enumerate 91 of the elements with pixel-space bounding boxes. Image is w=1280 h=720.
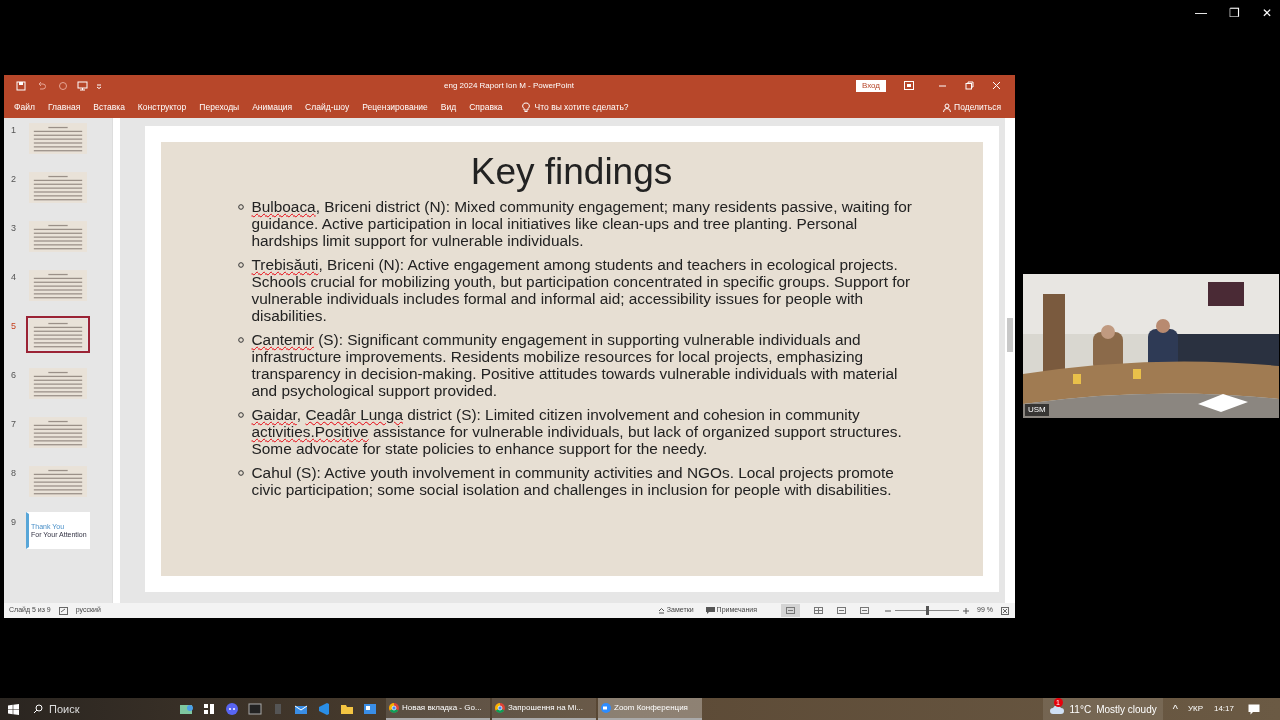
bullet-icon bbox=[237, 470, 244, 476]
slideshow-icon[interactable] bbox=[860, 607, 870, 614]
slide-number: 7 bbox=[10, 418, 17, 431]
window-title: eng 2024 Raport Ion M - PowerPoint bbox=[444, 80, 574, 92]
slide-title: Key findings bbox=[470, 150, 673, 194]
code-editor-icon[interactable] bbox=[317, 702, 331, 716]
scrollbar-thumb[interactable] bbox=[1007, 318, 1013, 352]
lightbulb-icon bbox=[521, 101, 530, 113]
slide-thumbnail[interactable] bbox=[26, 316, 90, 353]
comment-icon bbox=[705, 607, 715, 614]
bullet-icon bbox=[237, 337, 244, 343]
task-view-icon[interactable] bbox=[202, 702, 216, 716]
slide-thumbnail[interactable] bbox=[26, 267, 90, 304]
ribbon-display-icon[interactable] bbox=[904, 81, 914, 90]
folder-icon[interactable] bbox=[340, 702, 354, 716]
minimize-button[interactable]: — bbox=[1191, 4, 1211, 22]
notes-icon bbox=[657, 607, 665, 614]
slide-number: 2 bbox=[10, 173, 17, 186]
tell-me-field[interactable]: Что вы хотите сделать? bbox=[534, 100, 629, 114]
slide-thumbnail[interactable] bbox=[26, 120, 90, 157]
bullet-text: Bulboaca, Briceni district (N): Mixed community engagement; many residents passive, waiting for guidance. Active participation in local initiatives like clean-ups and tree planting. Personal hardships limit support for vulnerable individuals. bbox=[251, 198, 913, 249]
bullet-text: Cantemir (S): Significant community engagement in supporting vulnerable individuals and infrastructure improvements. Residents mobilize resources for local projects, emphasizing transparency in decision-making. Positive attitudes towards vulnerable individuals with material and psychological support provided. bbox=[251, 331, 899, 399]
ribbon-tab[interactable]: Файл bbox=[14, 100, 35, 114]
taskbar-window-button[interactable]: Новая вкладка - Go... bbox=[386, 698, 490, 720]
bullet-text: Gaidar, Ceadâr Lunga district (S): Limited citizen involvement and cohesion in community activities.Positive assistance for vulnerable individuals, but lack of organized support structures. Some advocate for state policies to enhance support for the needy. bbox=[251, 406, 903, 457]
windows-start-icon[interactable] bbox=[8, 703, 19, 715]
scrollbar[interactable] bbox=[112, 118, 120, 603]
widget-icon[interactable] bbox=[179, 702, 193, 716]
ribbon-tab[interactable]: Рецензирование bbox=[362, 100, 428, 114]
notifications-icon[interactable] bbox=[1248, 703, 1260, 715]
slide-number: 8 bbox=[10, 467, 17, 480]
browser-icon bbox=[495, 703, 505, 713]
fit-slide-icon[interactable] bbox=[1001, 606, 1009, 615]
ribbon-tab[interactable]: Конструктор bbox=[137, 100, 187, 114]
slide-sorter-icon[interactable] bbox=[814, 607, 824, 614]
photos-icon[interactable] bbox=[363, 702, 377, 716]
customize-icon[interactable] bbox=[96, 82, 102, 89]
ribbon-tab[interactable]: Анимация bbox=[252, 100, 293, 114]
save-icon[interactable] bbox=[16, 80, 26, 91]
search-field[interactable]: Поиск bbox=[33, 700, 151, 718]
scrollbar[interactable] bbox=[1005, 118, 1015, 603]
slide-number: 4 bbox=[10, 271, 17, 284]
person-icon bbox=[943, 102, 952, 112]
zoom-out-icon[interactable] bbox=[885, 607, 892, 614]
show-hidden-icons-button[interactable]: ^ bbox=[1172, 700, 1178, 718]
slide-thumbnail[interactable] bbox=[26, 414, 90, 451]
slide-thumbnail[interactable] bbox=[26, 463, 90, 500]
zoom-in-icon[interactable] bbox=[963, 607, 970, 614]
clock[interactable]: 14:17 bbox=[1213, 703, 1234, 715]
close-icon[interactable] bbox=[992, 81, 1001, 90]
ribbon-tab[interactable]: Переходы bbox=[199, 100, 240, 114]
browser-icon bbox=[389, 703, 399, 713]
bullet-text: Cahul (S): Active youth involvement in community activities and NGOs. Local projects promote civic participation; some social isolation and challenges in inclusion for people with disabilities. bbox=[251, 464, 895, 498]
ribbon-tab[interactable]: Главная bbox=[47, 100, 81, 114]
undo-icon[interactable] bbox=[36, 80, 46, 91]
reading-view-icon[interactable] bbox=[837, 607, 847, 614]
chat-app-icon[interactable] bbox=[225, 702, 239, 716]
video-app-icon bbox=[601, 703, 611, 713]
close-button[interactable]: ✕ bbox=[1258, 4, 1276, 22]
presentation-icon[interactable] bbox=[77, 80, 88, 91]
cloud-icon bbox=[1048, 703, 1065, 715]
keyboard-language[interactable]: УКР bbox=[1187, 703, 1203, 715]
bullet-text: Trebisăuti, Briceni (N): Active engagement among students and teachers in ecological projects. Schools crucial for mobilizing youth, but participation concentrated in specific groups. Support for vulnerable individuals includes formal and informal aid; accessibility issues for people with disabilities. bbox=[251, 256, 912, 324]
normal-view-icon[interactable] bbox=[781, 604, 801, 617]
ribbon-tab[interactable]: Вставка bbox=[93, 100, 125, 114]
slide-thumbnail[interactable] bbox=[26, 218, 90, 255]
bullet-icon bbox=[237, 412, 244, 418]
weather-label: Mostly cloudy bbox=[1096, 702, 1157, 717]
ribbon-tab[interactable]: Слайд-шоу bbox=[305, 100, 350, 114]
zoom-slider-thumb[interactable] bbox=[926, 606, 930, 615]
sign-in-button[interactable]: Вход bbox=[855, 79, 886, 92]
taskbar-window-button[interactable]: Zoom Конференция bbox=[598, 698, 702, 720]
ribbon-tab[interactable]: Вид bbox=[440, 100, 457, 114]
slide-number: 3 bbox=[10, 222, 17, 235]
maximize-button[interactable]: ❐ bbox=[1225, 4, 1244, 22]
slide-number: 5 bbox=[10, 320, 17, 333]
restore-icon[interactable] bbox=[965, 81, 974, 90]
slide-thumbnail[interactable] bbox=[26, 365, 90, 402]
bullet-icon bbox=[237, 262, 244, 268]
spelling-icon[interactable] bbox=[58, 606, 68, 615]
taskbar-window-button[interactable]: Запрошення на Mi... bbox=[492, 698, 596, 720]
slide-number: 6 bbox=[10, 369, 17, 382]
search-icon bbox=[33, 704, 43, 714]
slide-number: 9 bbox=[10, 516, 17, 529]
slide-thumbnail[interactable] bbox=[26, 169, 90, 206]
bullet-icon bbox=[237, 204, 244, 210]
share-button[interactable]: Поделиться bbox=[943, 100, 1001, 114]
temperature-label: 11°C bbox=[1069, 702, 1092, 717]
ribbon-tab[interactable]: Справка bbox=[469, 100, 503, 114]
participant-name: USM bbox=[1025, 404, 1049, 416]
slide-number: 1 bbox=[10, 124, 17, 137]
